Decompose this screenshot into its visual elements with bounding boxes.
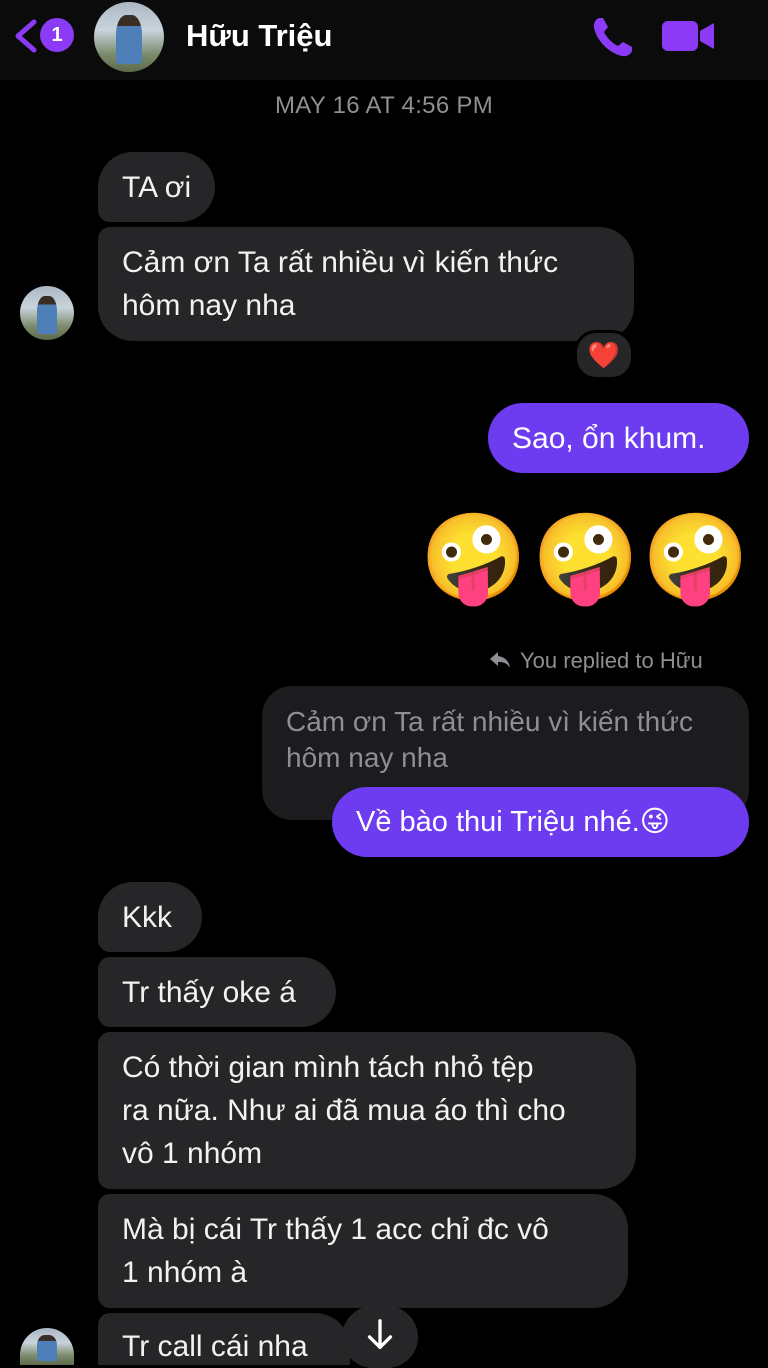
timestamp: MAY 16 AT 4:56 PM <box>274 92 494 119</box>
sender-avatar[interactable] <box>20 286 74 340</box>
message-bubble-incoming[interactable]: TA ơi <box>98 152 216 222</box>
message-text-line: 1 nhóm à <box>122 1256 248 1289</box>
message-bubble-incoming[interactable]: Mà bị cái Tr thấy 1 acc chỉ đc vô 1 nhóm… <box>98 1194 628 1308</box>
message-text: Kkk <box>122 901 173 934</box>
quoted-text-line: hôm nay nha <box>286 742 448 773</box>
message-bubble-outgoing[interactable]: Sao, ổn khum. <box>488 403 749 473</box>
emoji-message[interactable]: 🤪 <box>420 508 527 608</box>
contact-avatar[interactable] <box>94 2 164 72</box>
unread-badge[interactable]: 1 <box>40 18 74 52</box>
message-text-line: vô 1 nhóm <box>122 1137 263 1170</box>
arrow-down-icon <box>367 1319 393 1350</box>
message-text: Sao, ổn khum. <box>512 422 706 455</box>
message-bubble-incoming[interactable]: Tr call cái nha <box>98 1313 350 1365</box>
contact-name[interactable]: Hữu Triệu <box>186 18 332 54</box>
phone-icon[interactable] <box>590 14 636 60</box>
wink-tongue-emoji: 😜 <box>639 806 670 838</box>
emoji-message[interactable]: 🤪 <box>532 508 639 608</box>
message-text-line: ra nữa. Như ai đã mua áo thì cho <box>122 1094 566 1127</box>
reply-arrow-icon <box>490 652 510 668</box>
scroll-to-bottom-button[interactable] <box>342 1306 418 1368</box>
heart-reaction[interactable]: ❤️ <box>574 330 634 380</box>
message-text-line: hôm nay nha <box>122 289 296 322</box>
video-camera-icon[interactable] <box>660 18 716 54</box>
message-bubble-incoming[interactable]: Tr thấy oke á <box>98 957 336 1027</box>
emoji-message[interactable]: 🤪 <box>642 508 749 608</box>
reply-note: You replied to Hữu <box>520 648 703 673</box>
message-text: Tr thấy oke á <box>122 976 296 1009</box>
sender-avatar[interactable] <box>20 1328 74 1365</box>
message-text: Tr call cái nha <box>122 1330 308 1363</box>
message-text-line: Mà bị cái Tr thấy 1 acc chỉ đc vô <box>122 1213 549 1246</box>
message-text: TA ơi <box>122 171 192 204</box>
message-bubble-incoming[interactable]: Có thời gian mình tách nhỏ tệp ra nữa. N… <box>98 1032 636 1189</box>
message-text-line: Có thời gian mình tách nhỏ tệp <box>122 1051 534 1084</box>
chevron-left-icon[interactable] <box>10 18 40 54</box>
message-bubble-incoming[interactable]: Cảm ơn Ta rất nhiều vì kiến thức hôm nay… <box>98 227 634 341</box>
message-text: Về bào thui Triệu nhé. <box>356 806 640 838</box>
message-text-line: Cảm ơn Ta rất nhiều vì kiến thức <box>122 246 559 279</box>
quoted-text-line: Cảm ơn Ta rất nhiều vì kiến thức <box>286 706 693 737</box>
message-bubble-outgoing[interactable]: Về bào thui Triệu nhé.😜 <box>332 787 749 857</box>
message-bubble-incoming[interactable]: Kkk <box>98 882 202 952</box>
